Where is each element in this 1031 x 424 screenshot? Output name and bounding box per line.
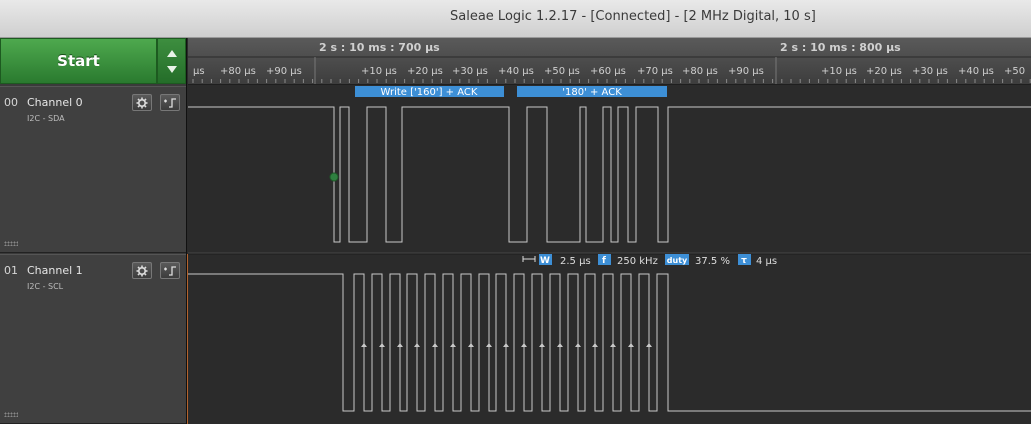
time-ruler[interactable]: 2 s : 10 ms : 700 µs 2 s : 10 ms : 800 µ… (188, 38, 1031, 85)
minor-time-label: +50 (1004, 66, 1025, 77)
minor-time-label: µs (193, 66, 205, 77)
arrow-up-icon[interactable] (167, 50, 177, 57)
minor-time-label: +20 µs (866, 66, 902, 77)
cursor-marker[interactable] (329, 172, 339, 182)
resize-grip[interactable] (4, 241, 18, 246)
minor-time-label: +80 µs (682, 66, 718, 77)
minor-time-label: +10 µs (361, 66, 397, 77)
channel-name[interactable]: Channel 0 (27, 96, 83, 109)
channel-index: 01 (4, 264, 18, 277)
freq-badge: f (602, 256, 606, 266)
width-value: 2.5 µs (560, 256, 591, 267)
minor-time-label: +30 µs (452, 66, 488, 77)
minor-time-label: +40 µs (958, 66, 994, 77)
period-value: 4 µs (756, 256, 777, 267)
start-options-spinner[interactable] (157, 38, 186, 84)
channel-index: 00 (4, 96, 18, 109)
minor-time-label: +60 µs (590, 66, 626, 77)
minor-time-label: +90 µs (266, 66, 302, 77)
annotation-bubble[interactable]: '180' + ACK (517, 86, 667, 98)
period-badge: τ (741, 256, 747, 266)
width-badge: W (540, 256, 550, 266)
time-ruler-ticks: 2 s : 10 ms : 700 µs 2 s : 10 ms : 800 µ… (188, 41, 1031, 84)
gear-icon[interactable] (132, 262, 152, 279)
annotation-text: '180' + ACK (562, 87, 622, 98)
channel-protocol: I2C - SDA (27, 114, 65, 123)
trigger-edge-icon[interactable] (160, 94, 180, 111)
duty-value: 37.5 % (695, 256, 730, 267)
minor-time-label: +10 µs (821, 66, 857, 77)
panel-divider[interactable] (186, 38, 187, 424)
waveform-area[interactable]: Write ['160'] + ACK '180' + ACK W 2.5 µs… (188, 84, 1031, 424)
freq-value: 250 kHz (617, 256, 658, 267)
channel-protocol: I2C - SCL (27, 282, 64, 291)
minor-time-label: +70 µs (637, 66, 673, 77)
resize-grip[interactable] (4, 412, 18, 417)
window-title: Saleae Logic 1.2.17 - [Connected] - [2 M… (450, 9, 816, 24)
gear-icon[interactable] (132, 94, 152, 111)
duty-badge: duty (667, 256, 688, 265)
annotation-text: Write ['160'] + ACK (381, 87, 478, 98)
major-time-label: 2 s : 10 ms : 700 µs (319, 41, 440, 54)
trigger-edge-icon[interactable] (160, 262, 180, 279)
annotation-bubble[interactable]: Write ['160'] + ACK (355, 86, 504, 98)
start-button[interactable]: Start (0, 38, 157, 84)
minor-time-label: +50 µs (544, 66, 580, 77)
minor-time-label: +20 µs (407, 66, 443, 77)
channel-panel-0[interactable]: 00 Channel 0 I2C - SDA (0, 86, 187, 253)
minor-time-label: +90 µs (728, 66, 764, 77)
major-time-label: 2 s : 10 ms : 800 µs (780, 41, 901, 54)
minor-time-label: +40 µs (498, 66, 534, 77)
channel-panel-1[interactable]: 01 Channel 1 I2C - SCL (0, 254, 187, 424)
channel-name[interactable]: Channel 1 (27, 264, 83, 277)
arrow-down-icon[interactable] (167, 66, 177, 73)
start-label: Start (57, 52, 100, 70)
minor-time-label: +30 µs (912, 66, 948, 77)
minor-time-label: +80 µs (220, 66, 256, 77)
title-bar: Saleae Logic 1.2.17 - [Connected] - [2 M… (0, 0, 1031, 38)
